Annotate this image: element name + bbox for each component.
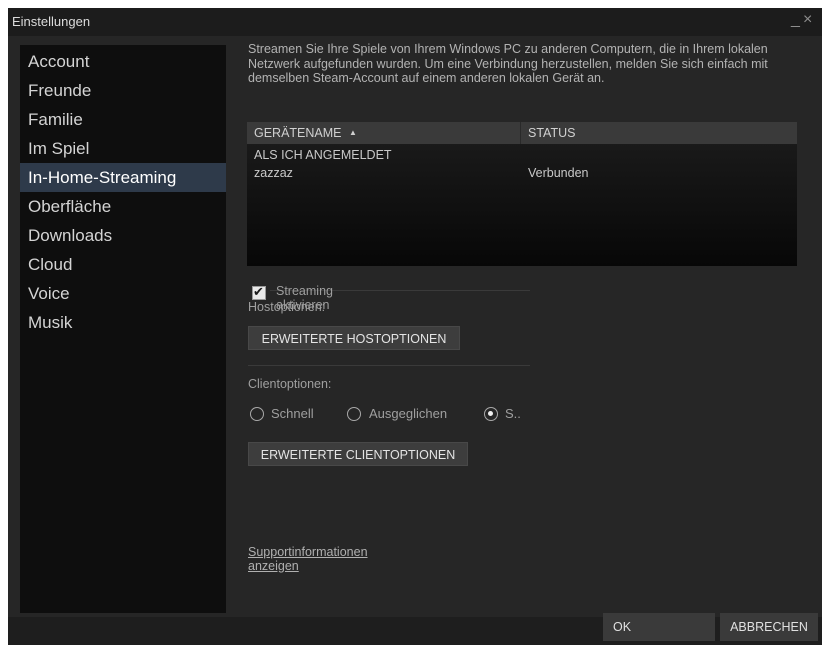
streaming-enable-checkbox[interactable]: ✔ [252, 284, 266, 300]
column-header-status[interactable]: STATUS [528, 126, 575, 140]
sidebar-item-freunde[interactable]: Freunde [20, 76, 226, 105]
client-options-label: Clientoptionen: [248, 377, 332, 391]
sidebar-item-im-spiel[interactable]: Im Spiel [20, 134, 226, 163]
minimize-button[interactable]: _ [791, 11, 800, 29]
divider [248, 365, 530, 366]
device-group-header: ALS ICH ANGEMELDET [254, 148, 392, 162]
device-status-cell: Verbunden [528, 166, 589, 180]
close-button[interactable]: × [803, 11, 812, 29]
sidebar-item-oberflaeche[interactable]: Oberfläche [20, 192, 226, 221]
client-option-beautiful-radio[interactable] [484, 407, 498, 421]
sort-ascending-icon: ▲ [349, 128, 357, 137]
advanced-client-options-button[interactable]: ERWEITERTE CLIENTOPTIONEN [248, 442, 468, 466]
sidebar-item-account[interactable]: Account [20, 47, 226, 76]
support-info-link[interactable]: Supportinformationen anzeigen [248, 545, 368, 573]
cancel-button[interactable]: ABBRECHEN [720, 613, 818, 641]
client-option-fast-radio[interactable] [250, 407, 264, 421]
title-bar: Einstellungen _ × [8, 8, 822, 36]
advanced-host-options-button[interactable]: ERWEITERTE HOSTOPTIONEN [248, 326, 460, 350]
sidebar-item-cloud[interactable]: Cloud [20, 250, 226, 279]
sidebar-item-familie[interactable]: Familie [20, 105, 226, 134]
host-options-label: Hostoptionen: [248, 300, 326, 314]
column-divider [520, 122, 521, 144]
sidebar-item-downloads[interactable]: Downloads [20, 221, 226, 250]
client-option-beautiful-label: S.. [505, 406, 521, 421]
streaming-description: Streamen Sie Ihre Spiele von Ihrem Windo… [248, 42, 768, 85]
device-name-cell: zazzaz [254, 166, 293, 180]
sidebar-item-in-home-streaming[interactable]: In-Home-Streaming [20, 163, 226, 192]
client-option-fast-label: Schnell [271, 406, 314, 421]
ok-button[interactable]: OK [603, 613, 715, 641]
client-option-balanced-radio[interactable] [347, 407, 361, 421]
device-table: GERÄTENAME ▲ STATUS ALS ICH ANGEMELDET z… [247, 122, 797, 266]
sidebar-item-musik[interactable]: Musik [20, 308, 226, 337]
settings-window: Einstellungen _ × Account Freunde Famili… [8, 8, 822, 645]
checkmark-icon: ✔ [253, 284, 264, 299]
window-title: Einstellungen [12, 14, 91, 29]
sidebar-item-voice[interactable]: Voice [20, 279, 226, 308]
client-option-balanced-label: Ausgeglichen [369, 406, 448, 421]
table-header: GERÄTENAME ▲ STATUS [247, 122, 797, 144]
settings-sidebar: Account Freunde Familie Im Spiel In-Home… [20, 45, 226, 613]
column-header-device-name[interactable]: GERÄTENAME ▲ [254, 126, 357, 140]
column-header-device-name-label: GERÄTENAME [254, 126, 342, 140]
